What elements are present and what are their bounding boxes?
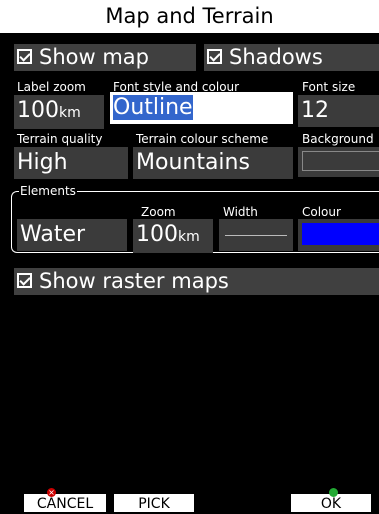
element-width-field[interactable] xyxy=(219,219,293,251)
element-name-value: Water xyxy=(20,222,86,247)
close-icon: × xyxy=(47,488,56,497)
show-raster-maps-label: Show raster maps xyxy=(39,269,229,293)
background-label: Background xyxy=(302,132,374,146)
elements-width-label: Width xyxy=(223,205,258,219)
checkbox-checked-icon xyxy=(17,48,32,64)
show-raster-maps-checkbox[interactable]: Show raster maps xyxy=(14,268,379,295)
terrain-quality-value: High xyxy=(17,150,68,175)
cancel-button-label: CANCEL xyxy=(36,496,94,512)
elements-colour-label: Colour xyxy=(302,205,341,219)
elements-zoom-label: Zoom xyxy=(141,205,176,219)
elements-group-label: Elements xyxy=(19,184,77,198)
element-colour-field[interactable] xyxy=(298,219,379,251)
font-size-value: 12 xyxy=(301,98,329,123)
checkbox-checked-icon xyxy=(17,272,32,288)
label-zoom-unit: km xyxy=(59,105,81,121)
check-icon xyxy=(329,488,338,497)
label-zoom-value: 100 xyxy=(17,98,59,123)
ok-button[interactable]: OK xyxy=(291,488,371,512)
background-field[interactable] xyxy=(298,147,379,177)
terrain-quality-field[interactable]: High xyxy=(14,147,128,179)
terrain-colour-field[interactable]: Mountains xyxy=(133,147,293,179)
font-style-field[interactable]: Outline xyxy=(110,92,293,124)
font-size-label: Font size xyxy=(302,80,356,94)
checkbox-checked-icon xyxy=(207,48,222,64)
element-zoom-unit: km xyxy=(178,229,200,245)
terrain-colour-label: Terrain colour scheme xyxy=(136,132,269,146)
ok-button-label: OK xyxy=(320,496,342,512)
show-map-checkbox[interactable]: Show map xyxy=(14,44,196,71)
cancel-button[interactable]: × CANCEL xyxy=(24,488,106,512)
shadows-checkbox[interactable]: Shadows xyxy=(204,44,379,71)
show-map-label: Show map xyxy=(39,45,149,69)
element-colour-swatch xyxy=(302,223,379,245)
font-size-field[interactable]: 12 xyxy=(298,95,379,127)
element-zoom-value: 100 xyxy=(136,222,178,247)
label-zoom-label: Label zoom xyxy=(17,80,86,94)
pick-button[interactable]: PICK xyxy=(114,494,194,512)
font-style-value: Outline xyxy=(113,95,193,120)
dialog-title: Map and Terrain xyxy=(0,0,379,33)
pick-button-label: PICK xyxy=(138,496,170,512)
shadows-label: Shadows xyxy=(229,45,323,69)
element-name-field[interactable]: Water xyxy=(17,219,127,251)
terrain-quality-label: Terrain quality xyxy=(17,132,103,146)
background-swatch xyxy=(302,151,379,171)
width-line-preview xyxy=(225,235,287,236)
terrain-colour-value: Mountains xyxy=(136,150,250,175)
label-zoom-field[interactable]: 100km xyxy=(14,95,104,129)
element-zoom-field[interactable]: 100km xyxy=(133,219,213,253)
